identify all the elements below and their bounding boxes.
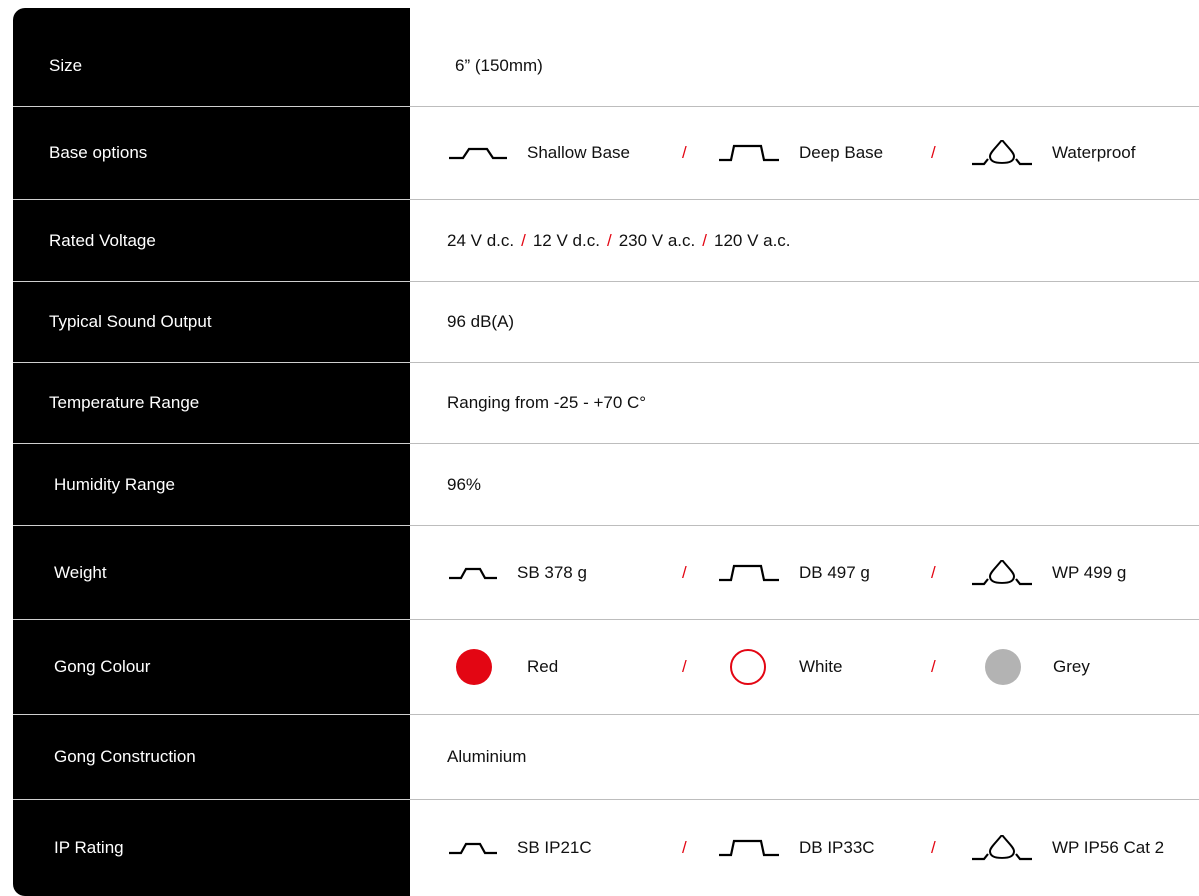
waterproof-icon xyxy=(972,140,1032,166)
ip-db: DB IP33C xyxy=(719,838,875,858)
separator: / xyxy=(702,230,707,250)
row-size: Size 6” (150mm) xyxy=(0,26,1199,106)
grey-swatch xyxy=(985,649,1021,685)
red-swatch xyxy=(456,649,492,685)
separator: / xyxy=(931,562,936,582)
voltage-120vac: 120 V a.c. xyxy=(713,230,791,250)
separator: / xyxy=(682,838,687,857)
deep-base-option: Deep Base xyxy=(719,143,883,163)
deep-base-icon xyxy=(719,839,779,857)
row-weight: Weight SB 378 g / DB 497 g / WP 499 g xyxy=(0,526,1199,619)
ip-sb-label: SB IP21C xyxy=(517,838,592,857)
separator: / xyxy=(931,143,936,162)
colour-white-label: White xyxy=(799,657,843,676)
white-swatch xyxy=(730,649,766,685)
weight-db-label: DB 497 g xyxy=(799,562,870,582)
separator: / xyxy=(682,657,687,676)
waterproof-option: Waterproof xyxy=(972,140,1135,166)
value-rated-voltage: 24 V d.c. / 12 V d.c. / 230 V a.c. / 120 V a.c… xyxy=(447,231,791,251)
row-base-options: Base options Shallow Base / Deep Base / … xyxy=(0,107,1199,199)
ip-sb: SB IP21C xyxy=(449,838,592,858)
label-temperature: Temperature Range xyxy=(49,393,200,412)
shallow-base-icon xyxy=(449,146,507,160)
label-humidity: Humidity Range xyxy=(54,474,175,494)
deep-base-icon xyxy=(719,564,779,582)
waterproof-label: Waterproof xyxy=(1052,143,1136,162)
separator: / xyxy=(682,562,687,582)
label-size: Size xyxy=(49,56,83,75)
colour-grey-label: Grey xyxy=(1053,657,1090,676)
deep-base-label: Deep Base xyxy=(799,143,884,162)
row-humidity: Humidity Range 96% xyxy=(0,444,1199,525)
shallow-base-icon xyxy=(449,566,497,580)
value-gong-construction: Aluminium xyxy=(447,747,527,766)
waterproof-icon xyxy=(972,559,1032,586)
label-gong-colour: Gong Colour xyxy=(54,657,151,676)
row-gong-colour: Gong Colour Red / White / Grey xyxy=(0,620,1199,714)
shallow-base-icon xyxy=(449,841,497,855)
value-temperature: Ranging from -25 - +70 C° xyxy=(447,393,647,412)
spec-table: Size 6” (150mm) Base options Shallow Bas… xyxy=(0,0,1199,896)
waterproof-icon xyxy=(972,835,1032,861)
row-rated-voltage: Rated Voltage 24 V d.c. / 12 V d.c. / 230 V … xyxy=(0,200,1199,281)
ip-wp: WP IP56 Cat 2 xyxy=(972,835,1164,861)
weight-sb: SB 378 g xyxy=(449,563,587,583)
value-size: 6” (150mm) xyxy=(455,56,543,75)
voltage-24vdc: 24 V d.c. xyxy=(447,230,515,250)
separator: / xyxy=(931,838,936,857)
value-humidity: 96% xyxy=(447,474,482,494)
label-sound-output: Typical Sound Output xyxy=(49,312,212,331)
weight-db: DB 497 g xyxy=(719,563,870,583)
weight-wp: WP 499 g xyxy=(972,559,1127,586)
voltage-12vdc: 12 V d.c. xyxy=(532,230,600,250)
row-ip-rating: IP Rating SB IP21C / DB IP33C / WP IP56 … xyxy=(0,800,1199,896)
row-sound-output: Typical Sound Output 96 dB(A) xyxy=(0,282,1199,362)
deep-base-icon xyxy=(719,144,779,162)
separator: / xyxy=(521,230,526,250)
separator: / xyxy=(931,657,936,676)
label-gong-construction: Gong Construction xyxy=(54,747,196,766)
label-rated-voltage: Rated Voltage xyxy=(49,230,156,250)
label-weight: Weight xyxy=(54,562,107,582)
label-base-options: Base options xyxy=(49,143,148,162)
weight-wp-label: WP 499 g xyxy=(1052,562,1127,582)
separator: / xyxy=(682,143,687,162)
row-temperature: Temperature Range Ranging from -25 - +70… xyxy=(0,363,1199,443)
ip-wp-label: WP IP56 Cat 2 xyxy=(1052,838,1165,857)
shallow-base-option: Shallow Base xyxy=(449,143,630,163)
row-gong-construction: Gong Construction Aluminium xyxy=(0,715,1199,799)
voltage-230vac: 230 V a.c. xyxy=(618,230,696,250)
weight-sb-label: SB 378 g xyxy=(517,562,587,582)
value-sound-output: 96 dB(A) xyxy=(447,312,515,331)
colour-red-label: Red xyxy=(527,657,559,676)
label-ip-rating: IP Rating xyxy=(54,838,124,857)
separator: / xyxy=(606,230,612,250)
shallow-base-label: Shallow Base xyxy=(527,143,631,162)
ip-db-label: DB IP33C xyxy=(799,838,875,857)
